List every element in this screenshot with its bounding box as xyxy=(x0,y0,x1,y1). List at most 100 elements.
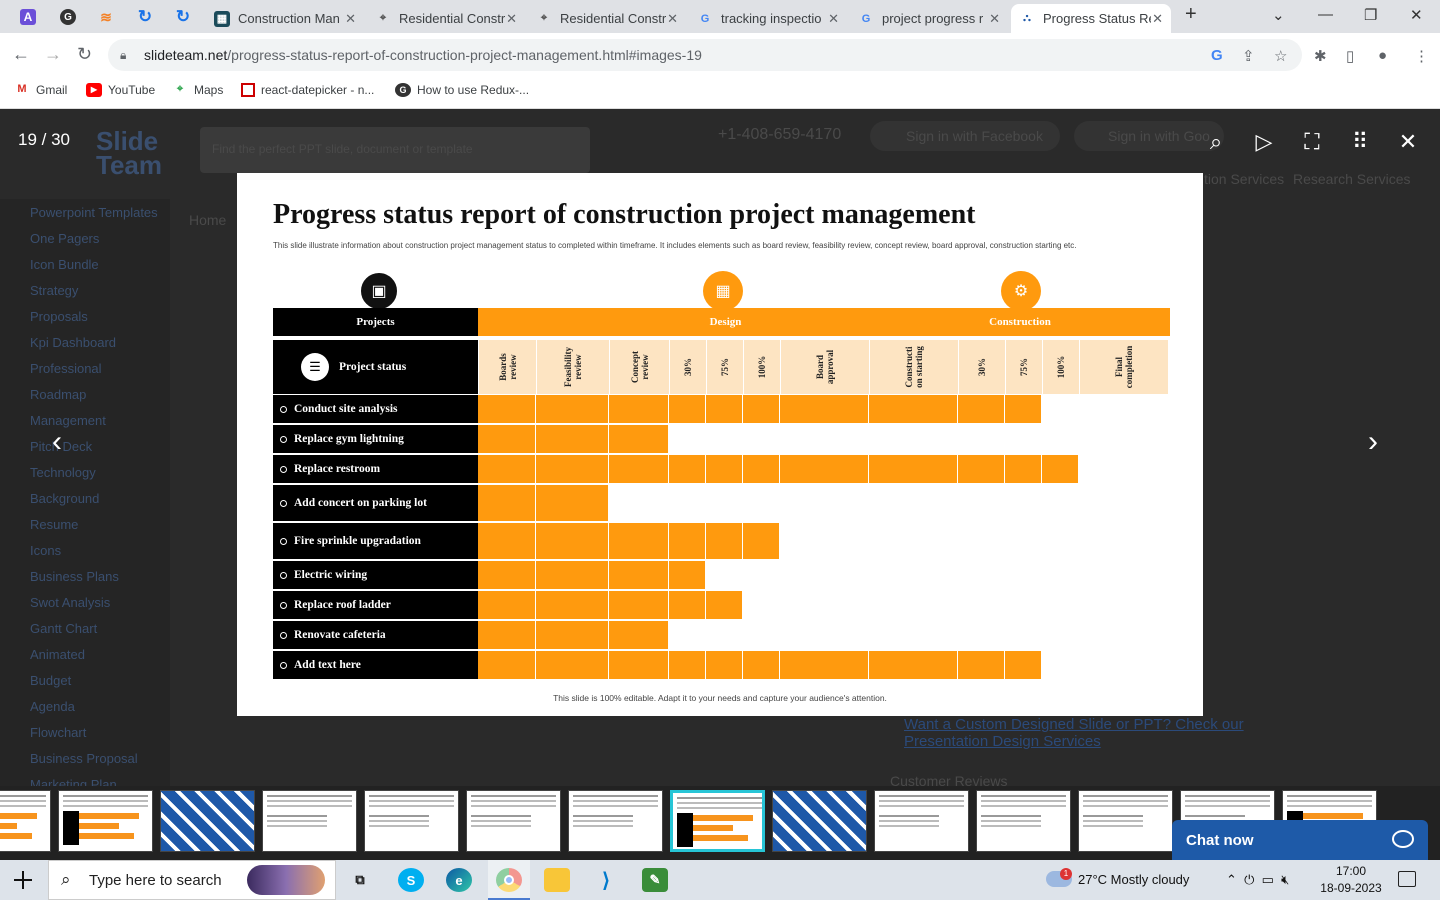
forward-icon[interactable]: → xyxy=(44,44,62,65)
pinned-tab[interactable]: G xyxy=(57,6,79,28)
pinned-tab[interactable]: ↻ xyxy=(134,6,156,28)
edge-icon[interactable]: e xyxy=(446,868,472,892)
bookmark-react-datepicker[interactable]: react-datepicker - n... xyxy=(241,83,374,97)
tab-project-progress[interactable]: G project progress r ✕ xyxy=(850,4,1008,33)
tab-title: Residential Constr xyxy=(399,11,506,26)
tray-icons[interactable]: ⌃ ⏻ ▭ 🔇︎ xyxy=(1226,872,1289,888)
sidebar-item: Animated xyxy=(30,647,85,662)
tab-search-icon[interactable]: ⌄ xyxy=(1272,6,1285,24)
tab-residential-1[interactable]: ⌖ Residential Constr ✕ xyxy=(367,4,525,33)
progress-cell xyxy=(478,425,535,453)
progress-cell xyxy=(609,621,668,649)
slide-thumbnail[interactable] xyxy=(874,790,969,852)
windows-taskbar: ⌕ Type here to search ⧉ S e ⟩ ✎ 1 27°C M… xyxy=(0,860,1440,900)
close-tab-icon[interactable]: ✕ xyxy=(1152,11,1163,27)
close-window-icon[interactable]: ✕ xyxy=(1410,6,1423,24)
taskbar-clock[interactable]: 17:00 18-09-2023 xyxy=(1316,863,1386,897)
play-slideshow-icon[interactable]: ▷ xyxy=(1251,129,1277,155)
file-explorer-icon[interactable] xyxy=(544,868,570,892)
slide-thumbnail[interactable] xyxy=(670,790,765,852)
progress-cell xyxy=(536,425,608,453)
refresh-blue-icon: ↻ xyxy=(137,7,153,26)
next-slide-button[interactable]: › xyxy=(1368,425,1378,459)
pinned-tab[interactable]: ↻ xyxy=(172,6,194,28)
sidebar-item: Budget xyxy=(30,673,72,688)
progress-cell xyxy=(743,523,779,559)
page-overlay: Slide Team Find the perfect PPT slide, do… xyxy=(0,109,1440,860)
slide-thumbnail[interactable] xyxy=(772,790,867,852)
slide-thumbnail[interactable] xyxy=(58,790,153,852)
tab-residential-2[interactable]: ⌖ Residential Constr ✕ xyxy=(528,4,686,33)
close-tab-icon[interactable]: ✕ xyxy=(828,11,839,27)
bookmark-label: YouTube xyxy=(108,83,156,97)
notepad-icon[interactable]: ✎ xyxy=(642,868,668,892)
skype-icon[interactable]: S xyxy=(398,868,424,892)
bookmark-label: react-datepicker - n... xyxy=(261,83,375,97)
slide-counter: 19 / 30 xyxy=(18,130,70,149)
taskbar-search[interactable]: ⌕ Type here to search xyxy=(48,860,336,900)
sidebar-item: Flowchart xyxy=(30,725,87,740)
services-link: tion Services xyxy=(1204,171,1285,187)
task-view-icon[interactable]: ⧉ xyxy=(347,868,373,892)
tab-tracking[interactable]: G tracking inspectio ✕ xyxy=(689,4,847,33)
grid-view-icon[interactable]: ⠿ xyxy=(1347,129,1373,155)
tab-progress-status[interactable]: ⛬ Progress Status Re ✕ xyxy=(1011,4,1171,33)
zoom-search-icon[interactable]: ⌕ xyxy=(1203,129,1229,155)
menu-icon[interactable]: ⋮ xyxy=(1414,47,1429,65)
slide-thumbnail[interactable] xyxy=(0,790,51,852)
close-tab-icon[interactable]: ✕ xyxy=(506,11,517,27)
bookmark-redux[interactable]: G How to use Redux-... xyxy=(395,83,529,97)
bookmark-youtube[interactable]: ▶ YouTube xyxy=(86,83,155,97)
chat-now-button[interactable]: Chat now xyxy=(1172,820,1428,860)
progress-cell xyxy=(958,395,1004,423)
progress-cell xyxy=(780,651,868,679)
notifications-icon[interactable] xyxy=(1398,871,1416,887)
extensions-icon[interactable]: ✱ xyxy=(1314,47,1327,65)
weather-badge: 1 xyxy=(1060,868,1072,880)
slide-thumbnail[interactable] xyxy=(160,790,255,852)
slide-thumbnail[interactable] xyxy=(976,790,1071,852)
back-icon[interactable]: ← xyxy=(12,44,30,65)
sidebar-item: Roadmap xyxy=(30,387,87,402)
bookmark-star-icon[interactable]: ☆ xyxy=(1274,47,1287,65)
slide-thumbnail[interactable] xyxy=(364,790,459,852)
fullscreen-icon[interactable]: ⛶ xyxy=(1299,129,1325,155)
tab-title: Construction Man xyxy=(238,11,340,26)
side-panel-icon[interactable]: ▯ xyxy=(1346,47,1354,65)
vscode-icon[interactable]: ⟩ xyxy=(593,868,619,892)
progress-cell xyxy=(1005,395,1041,423)
close-tab-icon[interactable]: ✕ xyxy=(345,11,356,27)
share-icon[interactable]: ⇪ xyxy=(1242,47,1255,65)
close-viewer-icon[interactable]: ✕ xyxy=(1395,129,1421,155)
progress-cell xyxy=(780,395,868,423)
progress-cell xyxy=(706,523,742,559)
slide-thumbnail[interactable] xyxy=(262,790,357,852)
weather-text[interactable]: 27°C Mostly cloudy xyxy=(1078,872,1189,887)
progress-cell xyxy=(536,523,608,559)
progress-cell xyxy=(669,523,705,559)
previous-slide-button[interactable]: ‹ xyxy=(52,425,62,459)
new-tab-button[interactable]: + xyxy=(1185,3,1197,26)
minimize-icon[interactable]: — xyxy=(1318,6,1333,23)
clock-date: 18-09-2023 xyxy=(1320,881,1382,895)
profile-icon[interactable]: ● xyxy=(1378,47,1387,64)
sidebar-item: Professional xyxy=(30,361,102,376)
close-tab-icon[interactable]: ✕ xyxy=(989,11,1000,27)
progress-cell xyxy=(669,561,705,589)
close-tab-icon[interactable]: ✕ xyxy=(667,11,678,27)
bookmark-gmail[interactable]: M Gmail xyxy=(14,83,67,97)
pinned-tab[interactable]: A xyxy=(17,6,39,28)
google-lens-icon[interactable]: G xyxy=(1211,47,1223,64)
slide-thumbnail[interactable] xyxy=(568,790,663,852)
slide-thumbnail[interactable] xyxy=(466,790,561,852)
bookmark-label: Gmail xyxy=(36,83,68,97)
windows-start-icon[interactable] xyxy=(14,871,32,889)
progress-cell xyxy=(478,591,535,619)
address-bar[interactable]: 🔒︎ slideteam.net/progress-status-report-… xyxy=(108,39,1302,71)
pinned-tab[interactable]: ≋ xyxy=(95,6,117,28)
tab-construction[interactable]: ▦ Construction Man ✕ xyxy=(206,4,364,33)
restore-icon[interactable]: ❐ xyxy=(1364,6,1377,24)
bookmark-maps[interactable]: ⌖ Maps xyxy=(172,83,223,97)
reload-icon[interactable]: ↻ xyxy=(77,44,92,65)
slide-thumbnail[interactable] xyxy=(1078,790,1173,852)
